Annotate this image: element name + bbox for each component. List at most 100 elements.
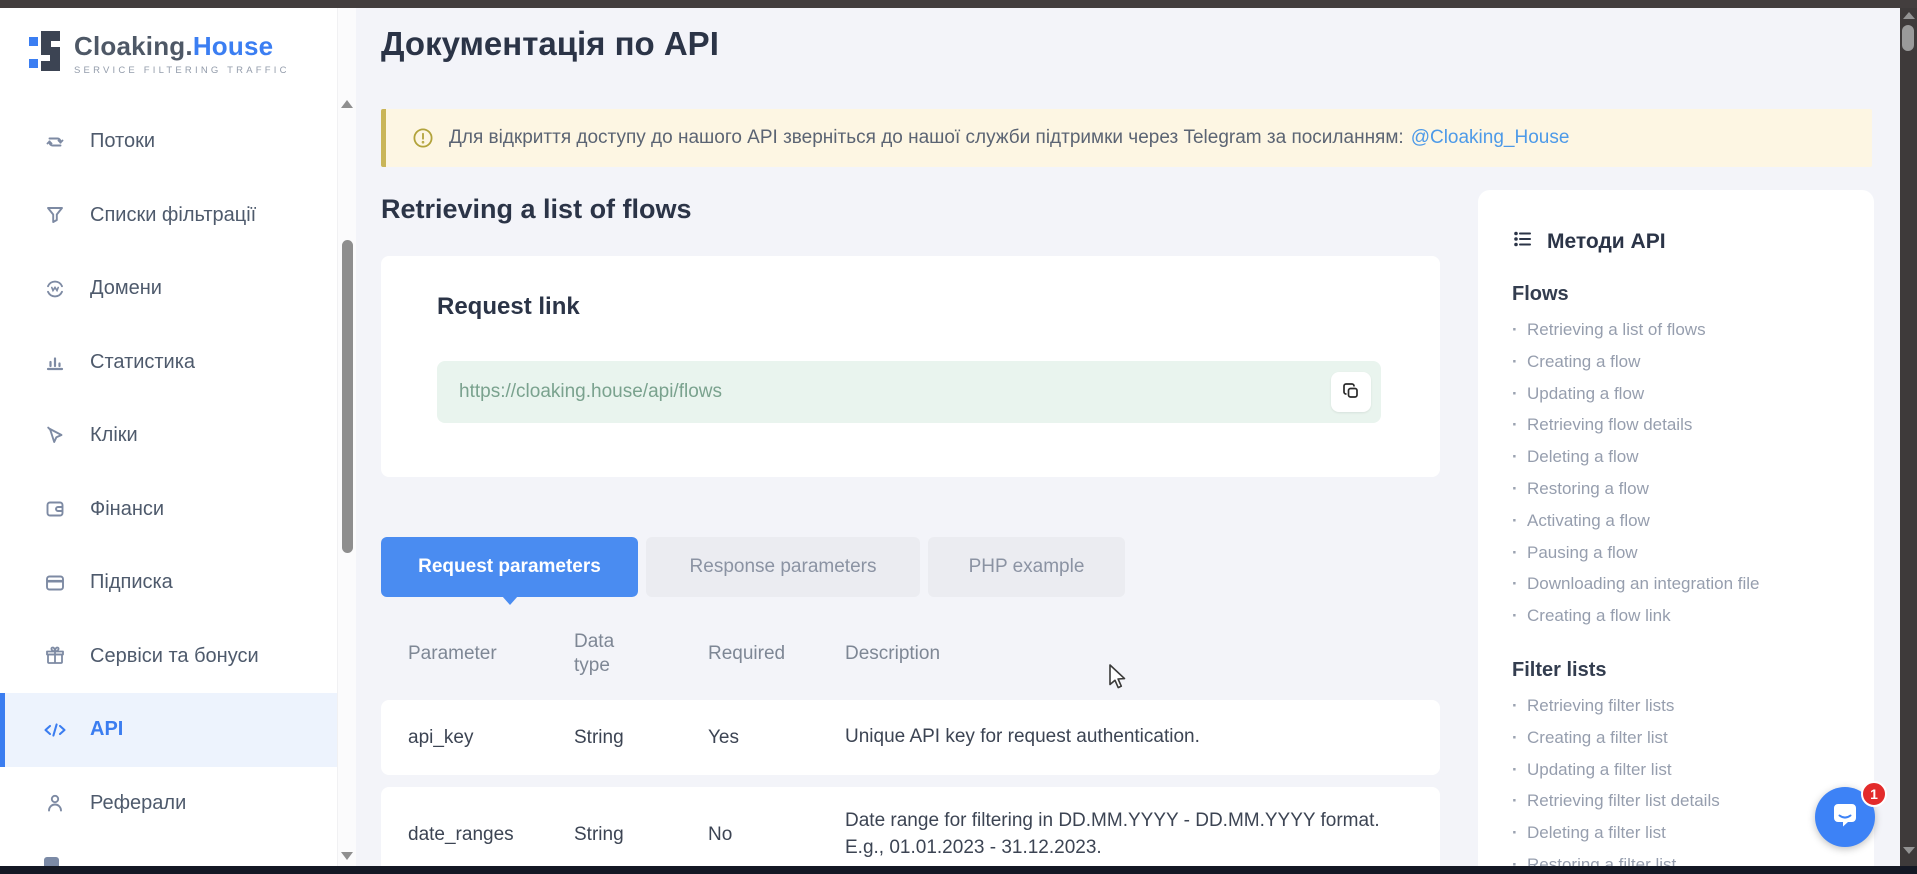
chat-notification-badge: 1 <box>1861 781 1887 807</box>
column-header-data-type: Data type <box>574 630 630 678</box>
bar-chart-icon <box>42 349 68 375</box>
sidebar: Cloaking.House SERVICE FILTERING TRAFFIC… <box>0 8 337 866</box>
tab-php-example[interactable]: PHP example <box>928 537 1125 597</box>
sidebar-item-label: Реферали <box>90 792 186 815</box>
method-link[interactable]: Deleting a flow <box>1512 441 1852 473</box>
funnel-icon <box>42 202 68 228</box>
method-link[interactable]: Creating a filter list <box>1512 722 1852 754</box>
telegram-support-link[interactable]: @Cloaking_House <box>1411 127 1570 149</box>
request-url-box: https://cloaking.house/api/flows <box>437 361 1381 423</box>
method-link[interactable]: Creating a flow <box>1512 346 1852 378</box>
cell-description: Date range for filtering in DD.MM.YYYY -… <box>845 808 1410 860</box>
cell-data-type: String <box>574 824 708 846</box>
flows-icon <box>42 129 68 155</box>
parameters-table: Parameter Data type Required Description… <box>381 608 1440 874</box>
logo-title-accent: House <box>193 31 273 61</box>
list-icon <box>1512 228 1534 256</box>
page-title: Документація по API <box>381 25 719 63</box>
table-row: date_ranges String No Date range for fil… <box>381 787 1440 874</box>
logo[interactable]: Cloaking.House SERVICE FILTERING TRAFFIC <box>29 28 290 79</box>
main-content: Документація по API Для відкриття доступ… <box>356 8 1900 866</box>
sidebar-item-label: API <box>90 718 123 741</box>
scroll-up-arrow-icon[interactable] <box>341 100 353 108</box>
sidebar-item-label: Потоки <box>90 130 155 153</box>
sidebar-item-label: Кліки <box>90 424 138 447</box>
request-link-card: Request link https://cloaking.house/api/… <box>381 256 1440 477</box>
page-scrollbar[interactable] <box>1900 8 1917 866</box>
sidebar-item-flows[interactable]: Потоки <box>0 105 337 179</box>
column-header-parameter: Parameter <box>408 642 574 666</box>
cloaking-house-logo-icon <box>29 28 62 79</box>
gift-icon <box>42 643 68 669</box>
cursor-click-icon <box>42 423 68 449</box>
method-link[interactable]: Restoring a flow <box>1512 473 1852 505</box>
sidebar-item-statistics[interactable]: Статистика <box>0 326 337 400</box>
sidebar-item-label: Підписка <box>90 571 173 594</box>
sidebar-item-subscription[interactable]: Підписка <box>0 546 337 620</box>
sidebar-item-filter-lists[interactable]: Списки фільтрації <box>0 179 337 253</box>
sidebar-item-label: Фінанси <box>90 498 164 521</box>
credit-card-icon <box>42 570 68 596</box>
scroll-down-arrow-icon[interactable] <box>1903 847 1915 854</box>
scroll-down-arrow-icon[interactable] <box>341 852 353 860</box>
cell-required: Yes <box>708 727 845 749</box>
column-header-required: Required <box>708 642 845 666</box>
method-link[interactable]: Retrieving a list of flows <box>1512 314 1852 346</box>
logo-text: Cloaking.House SERVICE FILTERING TRAFFIC <box>74 31 290 76</box>
sidebar-nav: Потоки Списки фільтрації <box>0 105 337 840</box>
method-link[interactable]: Retrieving filter lists <box>1512 690 1852 722</box>
parameter-tabs: Request parameters Response parameters P… <box>381 537 1125 597</box>
logo-subtitle: SERVICE FILTERING TRAFFIC <box>74 65 290 76</box>
sidebar-item-clicks[interactable]: Кліки <box>0 399 337 473</box>
sidebar-item-label: Статистика <box>90 351 195 374</box>
cell-parameter: date_ranges <box>408 824 574 846</box>
sidebar-item-finances[interactable]: Фінанси <box>0 473 337 547</box>
method-link[interactable]: Deleting a filter list <box>1512 817 1852 849</box>
copy-icon <box>1341 381 1361 404</box>
sidebar-item-services-bonuses[interactable]: Сервіси та бонуси <box>0 620 337 694</box>
warning-icon <box>412 127 434 149</box>
domain-globe-icon <box>42 276 68 302</box>
wallet-icon <box>42 496 68 522</box>
sidebar-item-referrals[interactable]: Реферали <box>0 767 337 841</box>
table-row: api_key String Yes Unique API key for re… <box>381 700 1440 775</box>
cell-data-type: String <box>574 727 708 749</box>
sidebar-item-label: Сервіси та бонуси <box>90 645 259 668</box>
method-link[interactable]: Pausing a flow <box>1512 537 1852 569</box>
tab-request-parameters[interactable]: Request parameters <box>381 537 638 597</box>
methods-panel-title: Методи API <box>1547 230 1666 254</box>
tab-response-parameters[interactable]: Response parameters <box>646 537 920 597</box>
notice-text: Для відкриття доступу до нашого API звер… <box>449 127 1404 149</box>
sidebar-item-domains[interactable]: Домени <box>0 252 337 326</box>
methods-panel-header: Методи API <box>1512 228 1852 256</box>
method-link[interactable]: Updating a flow <box>1512 378 1852 410</box>
sidebar-scrollbar[interactable] <box>337 8 356 866</box>
method-link[interactable]: Retrieving filter list details <box>1512 785 1852 817</box>
method-link[interactable]: Retrieving flow details <box>1512 409 1852 441</box>
methods-group-filter-lists: Filter lists <box>1512 659 1852 682</box>
sidebar-item-label: Домени <box>90 277 162 300</box>
methods-group-flows: Flows <box>1512 283 1852 306</box>
request-url: https://cloaking.house/api/flows <box>459 381 722 403</box>
person-icon <box>42 790 68 816</box>
api-access-notice: Для відкриття доступу до нашого API звер… <box>381 109 1872 167</box>
copy-url-button[interactable] <box>1331 372 1371 412</box>
table-header-row: Parameter Data type Required Description <box>381 608 1440 700</box>
cell-required: No <box>708 824 845 846</box>
method-link[interactable]: Updating a filter list <box>1512 754 1852 786</box>
page-scrollbar-thumb[interactable] <box>1902 25 1914 51</box>
section-title: Retrieving a list of flows <box>381 194 692 225</box>
api-methods-panel: Методи API Flows Retrieving a list of fl… <box>1478 190 1874 874</box>
clipped-sidebar-item-icon <box>44 857 59 866</box>
cell-description: Unique API key for request authenticatio… <box>845 724 1410 750</box>
browser-bottom-edge <box>0 866 1917 874</box>
column-header-description: Description <box>845 642 1410 666</box>
sidebar-scrollbar-thumb[interactable] <box>342 240 353 553</box>
method-link[interactable]: Activating a flow <box>1512 505 1852 537</box>
sidebar-item-api[interactable]: API <box>0 693 337 767</box>
code-icon <box>42 717 68 743</box>
method-link[interactable]: Downloading an integration file <box>1512 568 1852 600</box>
method-link[interactable]: Creating a flow link <box>1512 600 1852 632</box>
scroll-up-arrow-icon[interactable] <box>1903 12 1915 19</box>
sidebar-item-label: Списки фільтрації <box>90 204 256 227</box>
